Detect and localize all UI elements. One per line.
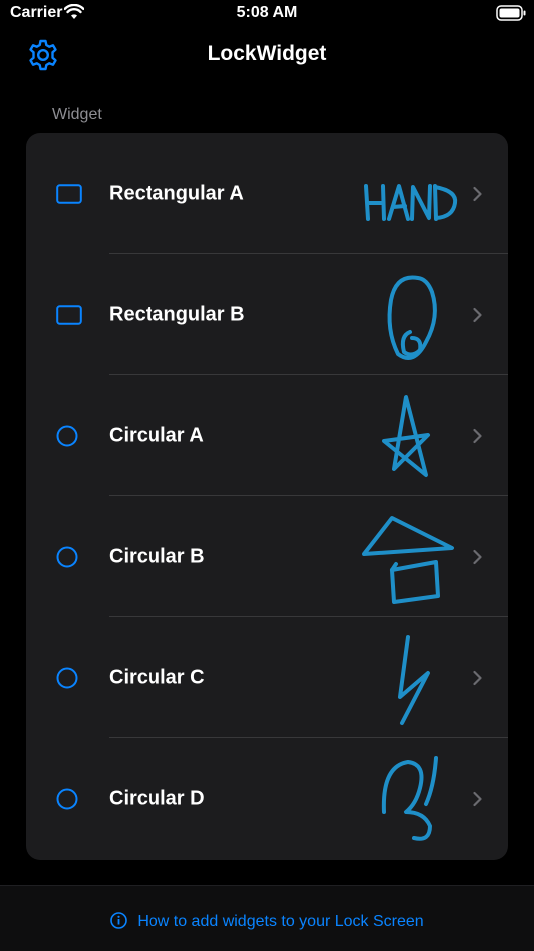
navigation-bar: LockWidget bbox=[0, 30, 534, 80]
widget-row-circular-d[interactable]: Circular D bbox=[26, 738, 508, 859]
chevron-right-icon bbox=[473, 670, 482, 685]
loop-drawing-preview bbox=[387, 275, 437, 360]
widget-label: Circular C bbox=[109, 666, 205, 688]
chevron-right-icon bbox=[473, 549, 482, 564]
bolt-drawing-preview bbox=[398, 635, 430, 725]
chevron-right-icon bbox=[473, 791, 482, 806]
section-header: Widget bbox=[52, 106, 102, 123]
help-link-label: How to add widgets to your Lock Screen bbox=[137, 913, 424, 930]
widget-list: Rectangular A Rectangular B Circular A C… bbox=[26, 133, 508, 860]
info-icon bbox=[110, 912, 128, 929]
widget-row-circular-a[interactable]: Circular A bbox=[26, 375, 508, 496]
circle-icon bbox=[56, 788, 78, 809]
hand-drawing-preview bbox=[364, 184, 458, 221]
chevron-right-icon bbox=[473, 307, 482, 322]
star-drawing-preview bbox=[382, 395, 430, 477]
widget-label: Rectangular B bbox=[109, 303, 245, 325]
widget-label: Rectangular A bbox=[109, 182, 244, 204]
widget-label: Circular A bbox=[109, 424, 204, 446]
rectangle-icon bbox=[56, 183, 82, 204]
widget-label: Circular D bbox=[109, 787, 205, 809]
circle-icon bbox=[56, 546, 78, 567]
scribble-drawing-preview bbox=[381, 756, 438, 841]
bottom-bar: How to add widgets to your Lock Screen bbox=[0, 885, 534, 951]
rectangle-icon bbox=[56, 304, 82, 325]
circle-icon bbox=[56, 425, 78, 446]
house-drawing-preview bbox=[362, 516, 454, 604]
battery-icon bbox=[496, 5, 526, 26]
widget-row-rectangular-b[interactable]: Rectangular B bbox=[26, 254, 508, 375]
widget-row-circular-c[interactable]: Circular C bbox=[26, 617, 508, 738]
help-link[interactable]: How to add widgets to your Lock Screen bbox=[0, 912, 534, 931]
widget-row-circular-b[interactable]: Circular B bbox=[26, 496, 508, 617]
widget-label: Circular B bbox=[109, 545, 205, 567]
page-title: LockWidget bbox=[207, 42, 327, 65]
status-bar: Carrier 5:08 AM bbox=[0, 0, 534, 30]
circle-icon bbox=[56, 667, 78, 688]
chevron-right-icon bbox=[473, 428, 482, 443]
chevron-right-icon bbox=[473, 186, 482, 201]
widget-row-rectangular-a[interactable]: Rectangular A bbox=[26, 133, 508, 254]
status-time: 5:08 AM bbox=[236, 4, 298, 21]
